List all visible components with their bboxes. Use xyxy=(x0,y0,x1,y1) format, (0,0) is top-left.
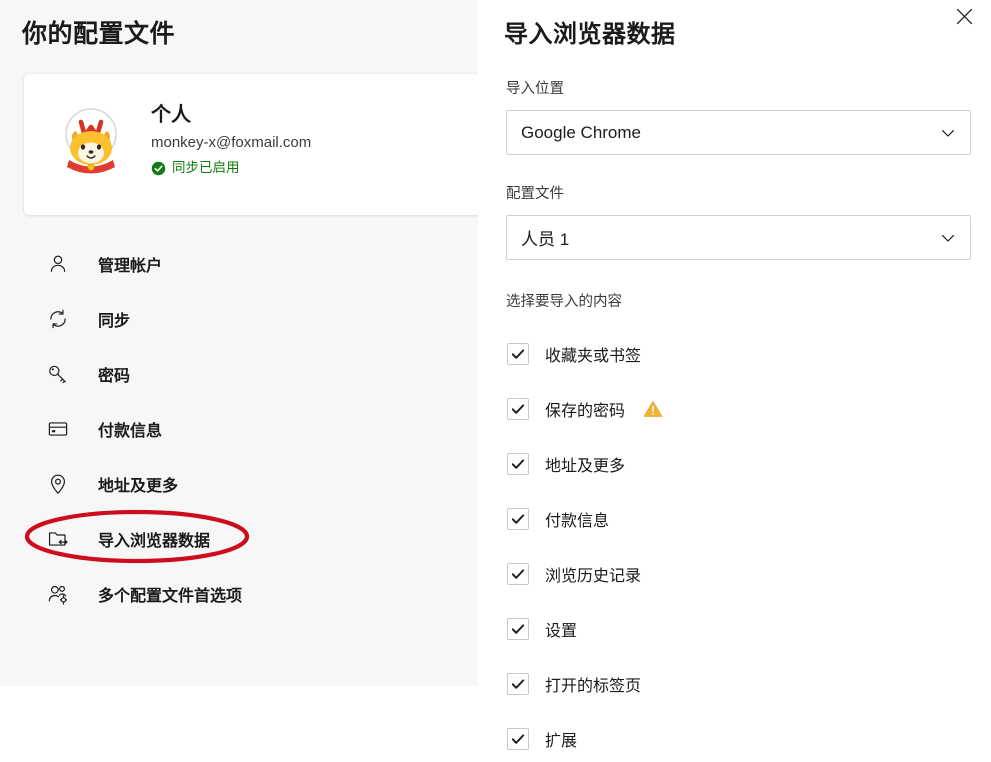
list-item-label: 保存的密码 xyxy=(545,397,625,421)
choose-what-to-import-label: 选择要导入的内容 xyxy=(506,290,622,311)
list-item[interactable]: 收藏夹或书签 xyxy=(478,326,991,381)
sidebar-item-manage-account[interactable]: 管理帐户 xyxy=(0,236,478,291)
warning-triangle-icon xyxy=(643,399,663,419)
list-item-label: 打开的标签页 xyxy=(545,672,641,696)
profiles-settings-panel: 你的配置文件 xyxy=(0,0,478,686)
checkbox-saved-passwords[interactable] xyxy=(507,398,529,420)
checkbox-payment-info[interactable] xyxy=(507,508,529,530)
list-item-label: 浏览历史记录 xyxy=(545,562,641,586)
sidebar-item-label: 地址及更多 xyxy=(98,472,178,496)
import-items-list: 收藏夹或书签 保存的密码 地址及更多 xyxy=(478,326,991,762)
location-pin-icon xyxy=(46,472,70,496)
import-from-value: Google Chrome xyxy=(521,123,940,143)
list-item[interactable]: 浏览历史记录 xyxy=(478,546,991,601)
credit-card-icon xyxy=(46,417,70,441)
profile-email: monkey-x@foxmail.com xyxy=(151,130,311,156)
sidebar-item-label: 多个配置文件首选项 xyxy=(98,582,242,606)
sidebar-item-label: 导入浏览器数据 xyxy=(98,527,210,551)
list-item-label: 地址及更多 xyxy=(545,452,625,476)
chevron-down-icon xyxy=(940,230,956,246)
list-item-label: 收藏夹或书签 xyxy=(545,342,641,366)
profile-card[interactable]: 个人 monkey-x@foxmail.com 同步已启用 xyxy=(24,74,544,215)
sidebar-item-payment-info[interactable]: 付款信息 xyxy=(0,401,478,456)
sync-status: 同步已启用 xyxy=(151,159,311,177)
sync-icon xyxy=(46,307,70,331)
import-browser-data-dialog: 导入浏览器数据 导入位置 Google Chrome 配置文件 人员 1 选择要… xyxy=(478,0,991,762)
page-title: 你的配置文件 xyxy=(22,14,175,50)
key-icon xyxy=(46,362,70,386)
list-item-label: 设置 xyxy=(545,617,577,641)
sync-status-label: 同步已启用 xyxy=(172,159,240,177)
list-item[interactable]: 扩展 xyxy=(478,711,991,762)
chevron-down-icon xyxy=(940,125,956,141)
checkbox-extensions[interactable] xyxy=(507,728,529,750)
profile-nav-list: 管理帐户 同步 xyxy=(0,236,478,621)
list-item[interactable]: 保存的密码 xyxy=(478,381,991,436)
dialog-title: 导入浏览器数据 xyxy=(504,14,676,49)
checkbox-favorites[interactable] xyxy=(507,343,529,365)
list-item-label: 扩展 xyxy=(545,727,577,751)
multiple-profiles-icon xyxy=(46,582,70,606)
checkbox-addresses-more[interactable] xyxy=(507,453,529,475)
sidebar-item-passwords[interactable]: 密码 xyxy=(0,346,478,401)
sidebar-item-label: 付款信息 xyxy=(98,417,162,441)
list-item-label: 付款信息 xyxy=(545,507,609,531)
import-folder-icon xyxy=(46,527,70,551)
import-from-dropdown[interactable]: Google Chrome xyxy=(506,110,971,155)
checkbox-open-tabs[interactable] xyxy=(507,673,529,695)
sync-enabled-check-icon xyxy=(151,161,166,176)
profile-select-dropdown[interactable]: 人员 1 xyxy=(506,215,971,260)
sidebar-item-addresses-more[interactable]: 地址及更多 xyxy=(0,456,478,511)
import-from-label: 导入位置 xyxy=(506,77,564,98)
sidebar-item-multiple-profile-preferences[interactable]: 多个配置文件首选项 xyxy=(0,566,478,621)
app-root: 你的配置文件 xyxy=(0,0,991,762)
profile-select-label: 配置文件 xyxy=(506,182,564,203)
list-item[interactable]: 地址及更多 xyxy=(478,436,991,491)
profile-select-value: 人员 1 xyxy=(521,225,940,250)
profile-name: 个人 xyxy=(151,101,311,129)
avatar xyxy=(53,104,129,180)
close-icon[interactable] xyxy=(945,0,983,32)
checkbox-browsing-history[interactable] xyxy=(507,563,529,585)
list-item[interactable]: 打开的标签页 xyxy=(478,656,991,711)
sidebar-item-label: 密码 xyxy=(98,362,130,386)
sidebar-item-label: 管理帐户 xyxy=(98,252,162,276)
profile-info: 个人 monkey-x@foxmail.com 同步已启用 xyxy=(151,101,311,177)
checkbox-settings[interactable] xyxy=(507,618,529,640)
list-item[interactable]: 设置 xyxy=(478,601,991,656)
person-icon xyxy=(46,252,70,276)
sidebar-item-label: 同步 xyxy=(98,307,130,331)
sidebar-item-sync[interactable]: 同步 xyxy=(0,291,478,346)
sidebar-item-import-browser-data[interactable]: 导入浏览器数据 xyxy=(0,511,478,566)
list-item[interactable]: 付款信息 xyxy=(478,491,991,546)
